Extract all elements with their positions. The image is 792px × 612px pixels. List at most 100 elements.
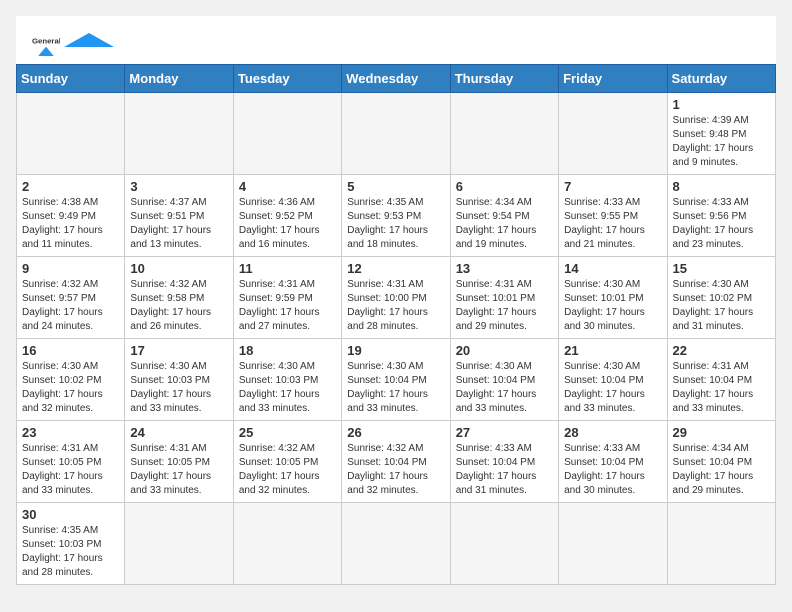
day-info: Sunrise: 4:30 AM Sunset: 10:04 PM Daylig… [456, 360, 553, 416]
calendar-week-row: 1Sunrise: 4:39 AM Sunset: 9:48 PM Daylig… [17, 93, 776, 175]
day-number: 30 [22, 507, 119, 522]
day-info: Sunrise: 4:33 AM Sunset: 10:04 PM Daylig… [456, 442, 553, 498]
calendar-col-header: Tuesday [233, 65, 341, 93]
day-info: Sunrise: 4:31 AM Sunset: 10:04 PM Daylig… [673, 360, 770, 416]
calendar-day-cell: 5Sunrise: 4:35 AM Sunset: 9:53 PM Daylig… [342, 175, 450, 257]
calendar-day-cell [125, 503, 233, 585]
calendar-day-cell: 23 Sunrise: 4:31 AM Sunset: 10:05 PM Dayl… [17, 421, 125, 503]
day-number: 7 [564, 179, 661, 194]
calendar-week-row: 16 Sunrise: 4:30 AM Sunset: 10:02 PM Dayl… [17, 339, 776, 421]
day-number: 2 [22, 179, 119, 194]
calendar-day-cell: 26 Sunrise: 4:32 AM Sunset: 10:04 PM Dayl… [342, 421, 450, 503]
calendar-week-row: 23 Sunrise: 4:31 AM Sunset: 10:05 PM Dayl… [17, 421, 776, 503]
day-info: Sunrise: 4:31 AM Sunset: 9:59 PM Dayligh… [239, 278, 336, 334]
calendar-day-cell: 10 Sunrise: 4:32 AM Sunset: 9:58 PM Dayli… [125, 257, 233, 339]
day-number: 9 [22, 261, 119, 276]
calendar-day-cell: 27 Sunrise: 4:33 AM Sunset: 10:04 PM Dayl… [450, 421, 558, 503]
day-number: 27 [456, 425, 553, 440]
day-number: 14 [564, 261, 661, 276]
day-info: Sunrise: 4:33 AM Sunset: 10:04 PM Daylig… [564, 442, 661, 498]
page-header: General [16, 16, 776, 64]
calendar-day-cell: 17 Sunrise: 4:30 AM Sunset: 10:03 PM Dayl… [125, 339, 233, 421]
calendar-col-header: Thursday [450, 65, 558, 93]
day-number: 4 [239, 179, 336, 194]
calendar-day-cell: 24 Sunrise: 4:31 AM Sunset: 10:05 PM Dayl… [125, 421, 233, 503]
calendar-day-cell: 4 Sunrise: 4:36 AM Sunset: 9:52 PM Daylig… [233, 175, 341, 257]
calendar-day-cell: 22Sunrise: 4:31 AM Sunset: 10:04 PM Dayl… [667, 339, 775, 421]
day-info: Sunrise: 4:30 AM Sunset: 10:02 PM Daylig… [22, 360, 119, 416]
calendar-day-cell: 29Sunrise: 4:34 AM Sunset: 10:04 PM Dayl… [667, 421, 775, 503]
calendar-day-cell [125, 93, 233, 175]
day-number: 10 [130, 261, 227, 276]
calendar-day-cell [559, 503, 667, 585]
day-number: 18 [239, 343, 336, 358]
day-info: Sunrise: 4:37 AM Sunset: 9:51 PM Dayligh… [130, 196, 227, 252]
calendar-day-cell: 30Sunrise: 4:35 AM Sunset: 10:03 PM Dayl… [17, 503, 125, 585]
logo-wave-icon [64, 33, 114, 47]
calendar-day-cell: 28Sunrise: 4:33 AM Sunset: 10:04 PM Dayl… [559, 421, 667, 503]
calendar-table: SundayMondayTuesdayWednesdayThursdayFrid… [16, 64, 776, 585]
calendar-day-cell: 7Sunrise: 4:33 AM Sunset: 9:55 PM Daylig… [559, 175, 667, 257]
day-number: 17 [130, 343, 227, 358]
day-number: 11 [239, 261, 336, 276]
svg-text:General: General [32, 37, 60, 46]
day-info: Sunrise: 4:31 AM Sunset: 10:01 PM Daylig… [456, 278, 553, 334]
day-number: 3 [130, 179, 227, 194]
day-number: 19 [347, 343, 444, 358]
calendar-day-cell: 2 Sunrise: 4:38 AM Sunset: 9:49 PM Daylig… [17, 175, 125, 257]
calendar-week-row: 30Sunrise: 4:35 AM Sunset: 10:03 PM Dayl… [17, 503, 776, 585]
calendar-day-cell [450, 503, 558, 585]
day-info: Sunrise: 4:31 AM Sunset: 10:00 PM Daylig… [347, 278, 444, 334]
day-info: Sunrise: 4:30 AM Sunset: 10:02 PM Daylig… [673, 278, 770, 334]
day-info: Sunrise: 4:30 AM Sunset: 10:04 PM Daylig… [564, 360, 661, 416]
logo-icon: General [32, 28, 60, 56]
calendar-day-cell [342, 93, 450, 175]
calendar-day-cell [450, 93, 558, 175]
day-info: Sunrise: 4:38 AM Sunset: 9:49 PM Dayligh… [22, 196, 119, 252]
day-number: 16 [22, 343, 119, 358]
day-info: Sunrise: 4:31 AM Sunset: 10:05 PM Daylig… [130, 442, 227, 498]
day-number: 8 [673, 179, 770, 194]
day-number: 15 [673, 261, 770, 276]
calendar-day-cell: 16 Sunrise: 4:30 AM Sunset: 10:02 PM Dayl… [17, 339, 125, 421]
calendar-day-cell: 18Sunrise: 4:30 AM Sunset: 10:03 PM Dayl… [233, 339, 341, 421]
day-number: 26 [347, 425, 444, 440]
calendar-day-cell: 9Sunrise: 4:32 AM Sunset: 9:57 PM Daylig… [17, 257, 125, 339]
day-number: 24 [130, 425, 227, 440]
calendar-col-header: Monday [125, 65, 233, 93]
day-number: 25 [239, 425, 336, 440]
calendar-day-cell [233, 503, 341, 585]
calendar-day-cell: 13 Sunrise: 4:31 AM Sunset: 10:01 PM Dayl… [450, 257, 558, 339]
calendar-day-cell: 6Sunrise: 4:34 AM Sunset: 9:54 PM Daylig… [450, 175, 558, 257]
calendar-day-cell: 25Sunrise: 4:32 AM Sunset: 10:05 PM Dayl… [233, 421, 341, 503]
calendar-day-cell [667, 503, 775, 585]
calendar-col-header: Friday [559, 65, 667, 93]
day-info: Sunrise: 4:32 AM Sunset: 10:04 PM Daylig… [347, 442, 444, 498]
calendar-day-cell: 1Sunrise: 4:39 AM Sunset: 9:48 PM Daylig… [667, 93, 775, 175]
calendar-day-cell [559, 93, 667, 175]
logo: General [32, 28, 114, 56]
day-number: 29 [673, 425, 770, 440]
calendar-day-cell [233, 93, 341, 175]
day-number: 1 [673, 97, 770, 112]
calendar-col-header: Wednesday [342, 65, 450, 93]
calendar-day-cell: 11 Sunrise: 4:31 AM Sunset: 9:59 PM Dayli… [233, 257, 341, 339]
day-info: Sunrise: 4:30 AM Sunset: 10:04 PM Daylig… [347, 360, 444, 416]
calendar-day-cell: 8Sunrise: 4:33 AM Sunset: 9:56 PM Daylig… [667, 175, 775, 257]
calendar-week-row: 2 Sunrise: 4:38 AM Sunset: 9:49 PM Daylig… [17, 175, 776, 257]
day-info: Sunrise: 4:30 AM Sunset: 10:03 PM Daylig… [130, 360, 227, 416]
calendar-day-cell: 3 Sunrise: 4:37 AM Sunset: 9:51 PM Daylig… [125, 175, 233, 257]
day-info: Sunrise: 4:32 AM Sunset: 9:58 PM Dayligh… [130, 278, 227, 334]
calendar-day-cell: 12 Sunrise: 4:31 AM Sunset: 10:00 PM Dayl… [342, 257, 450, 339]
day-number: 23 [22, 425, 119, 440]
day-number: 5 [347, 179, 444, 194]
day-info: Sunrise: 4:31 AM Sunset: 10:05 PM Daylig… [22, 442, 119, 498]
calendar-col-header: Sunday [17, 65, 125, 93]
day-number: 12 [347, 261, 444, 276]
calendar-day-cell [342, 503, 450, 585]
calendar-header-row: SundayMondayTuesdayWednesdayThursdayFrid… [17, 65, 776, 93]
calendar-day-cell: 15 Sunrise: 4:30 AM Sunset: 10:02 PM Dayl… [667, 257, 775, 339]
day-info: Sunrise: 4:34 AM Sunset: 9:54 PM Dayligh… [456, 196, 553, 252]
day-info: Sunrise: 4:36 AM Sunset: 9:52 PM Dayligh… [239, 196, 336, 252]
day-number: 13 [456, 261, 553, 276]
